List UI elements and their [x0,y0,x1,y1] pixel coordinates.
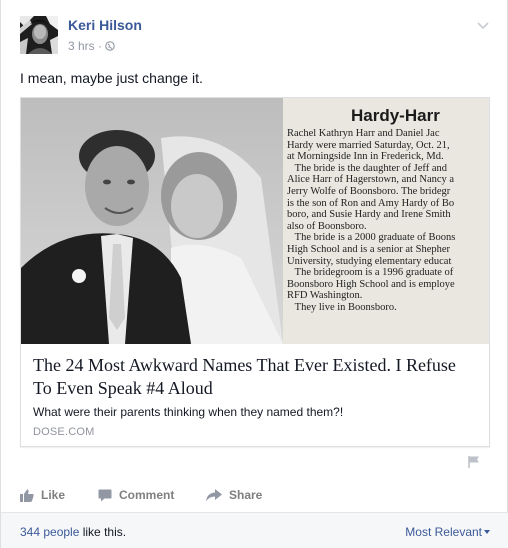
link-title[interactable]: The 24 Most Awkward Names That Ever Exis… [33,354,473,400]
post-time[interactable]: 3 hrs [68,39,95,53]
post-status-text: I mean, maybe just change it. [20,70,203,86]
link-domain: DOSE.COM [33,426,95,438]
share-icon [206,488,222,501]
author-name[interactable]: Keri Hilson [68,17,142,33]
likes-summary: 344 people like this. [20,525,126,539]
post-actions: Like Comment Share [20,484,490,506]
sort-label: Most Relevant [405,525,482,539]
comment-label: Comment [119,488,175,502]
clipping-heading: Hardy-Harr [351,106,440,125]
share-button[interactable]: Share [206,484,262,506]
meta-separator: · [98,39,103,53]
likes-count-link[interactable]: 344 people [20,525,79,539]
comment-icon [98,489,112,501]
globe-icon[interactable] [105,40,116,51]
link-description: What were their parents thinking when th… [33,405,344,419]
avatar[interactable] [20,16,58,54]
facebook-post: Keri Hilson 3 hrs · I mean, maybe just c… [0,0,508,548]
likes-suffix: like this. [79,525,127,539]
like-button[interactable]: Like [20,484,65,506]
like-label: Like [41,488,66,502]
sort-dropdown[interactable]: Most Relevant [405,525,490,539]
like-icon [20,489,34,502]
post-footer: 344 people like this. Most Relevant [1,512,508,548]
caret-down-icon [484,530,490,534]
chevron-down-icon[interactable] [476,18,490,30]
comment-button[interactable]: Comment [98,484,174,506]
clipping-text: Rachel Kathryn Harr and Daniel Jac Hardy… [287,128,456,313]
share-label: Share [229,488,263,502]
flag-icon[interactable] [466,455,482,469]
link-preview-card[interactable]: Hardy-Harr Rachel Kathryn Harr and Danie… [20,97,490,447]
post-meta: 3 hrs · [68,39,116,53]
link-preview-image[interactable]: Hardy-Harr Rachel Kathryn Harr and Danie… [21,98,489,344]
post-header: Keri Hilson 3 hrs · [20,12,490,56]
